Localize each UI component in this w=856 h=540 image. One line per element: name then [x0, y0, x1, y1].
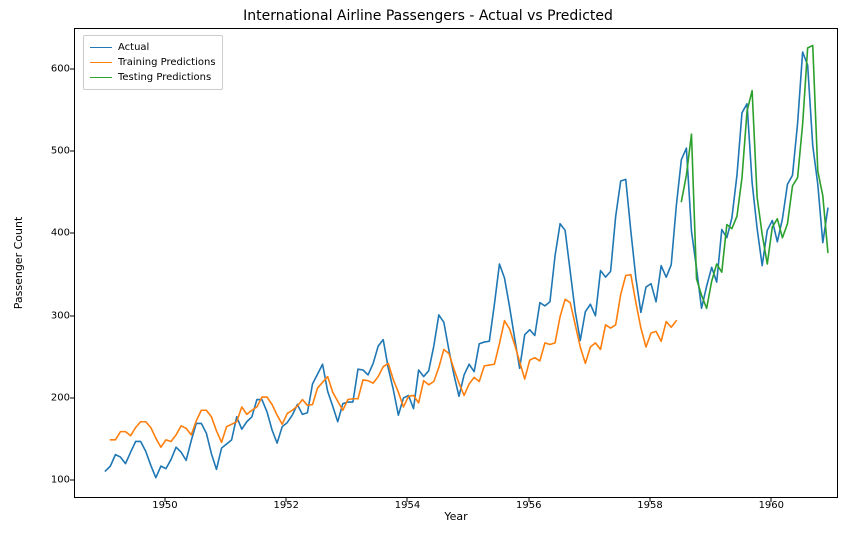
legend-swatch-actual	[90, 47, 112, 48]
legend-swatch-testing	[90, 77, 112, 78]
x-tick-mark	[407, 498, 408, 502]
plot-axes	[74, 28, 838, 498]
x-tick-mark	[286, 498, 287, 502]
series-line-testing-predictions	[681, 45, 828, 308]
legend-item-testing: Testing Predictions	[90, 70, 216, 85]
y-tick-mark	[70, 479, 74, 480]
y-tick-mark	[70, 397, 74, 398]
legend-item-training: Training Predictions	[90, 55, 216, 70]
y-tick-label: 200	[48, 392, 70, 403]
y-tick-label: 300	[48, 310, 70, 321]
y-tick-label: 100	[48, 474, 70, 485]
legend-label-testing: Testing Predictions	[118, 72, 211, 83]
y-axis-label: Passenger Count	[12, 28, 25, 498]
y-tick-mark	[70, 151, 74, 152]
x-axis-label: Year	[74, 510, 838, 523]
legend-label-actual: Actual	[118, 42, 149, 53]
y-tick-label: 500	[48, 146, 70, 157]
legend-label-training: Training Predictions	[118, 57, 216, 68]
y-tick-label: 600	[48, 64, 70, 75]
chart-figure: International Airline Passengers - Actua…	[0, 0, 856, 540]
x-tick-mark	[164, 498, 165, 502]
legend-item-actual: Actual	[90, 40, 216, 55]
y-tick-mark	[70, 233, 74, 234]
x-tick-mark	[528, 498, 529, 502]
legend-swatch-training	[90, 62, 112, 63]
y-tick-mark	[70, 69, 74, 70]
y-tick-label: 400	[48, 228, 70, 239]
legend: Actual Training Predictions Testing Pred…	[83, 35, 223, 90]
series-line-actual	[105, 52, 828, 478]
series-line-training-predictions	[110, 275, 676, 448]
plot-svg	[75, 29, 839, 499]
x-tick-mark	[771, 498, 772, 502]
x-tick-mark	[650, 498, 651, 502]
chart-title: International Airline Passengers - Actua…	[0, 8, 856, 24]
y-tick-mark	[70, 315, 74, 316]
